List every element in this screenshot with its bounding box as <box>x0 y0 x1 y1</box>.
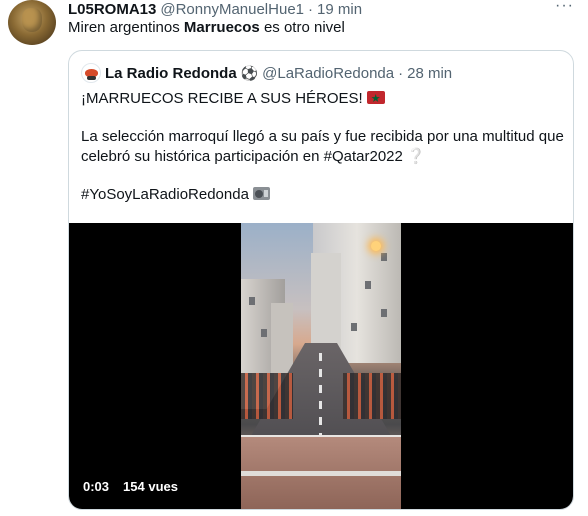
author-handle[interactable]: @RonnyManuelHue1 <box>160 1 304 18</box>
quoted-description: La selección marroquí llegó a su país y … <box>81 128 564 165</box>
radio-icon <box>252 187 270 200</box>
question-mark-icon: ❔ <box>406 148 426 165</box>
tweet-text: Miren argentinos Marruecos es otro nivel <box>68 19 345 37</box>
video-views: 154 vues <box>123 479 178 494</box>
author-name[interactable]: L05ROMA13 <box>68 1 156 18</box>
quoted-headline: ¡MARRUECOS RECIBE A SUS HÉROES! <box>81 90 363 107</box>
video-stats-badge: 0:03 154 vues <box>77 476 184 497</box>
tweet-text-bold: Marruecos <box>183 19 260 36</box>
separator-dot: · <box>308 0 314 18</box>
tweet-text-part: es otro nivel <box>259 19 345 36</box>
more-horizontal-icon[interactable]: ··· <box>555 0 574 14</box>
tweet-header: L05ROMA13 @RonnyManuelHue1 · 19 min <box>68 0 548 18</box>
tweet-time[interactable]: 19 min <box>317 1 362 18</box>
tweet-text-part: Miren argentinos <box>68 19 184 36</box>
soccer-ball-icon: ⚽ <box>240 64 259 81</box>
window <box>381 309 387 317</box>
video-frame[interactable] <box>241 223 401 509</box>
crowd-right <box>343 373 401 419</box>
hashtag-link[interactable]: #YoSoyLaRadioRedonda <box>81 186 249 203</box>
separator-dot: · <box>398 64 404 82</box>
quoted-header: La Radio Redonda ⚽ @LaRadioRedonda · 28 … <box>81 63 452 83</box>
quoted-author-name: La Radio Redonda <box>105 64 237 82</box>
road-stripe <box>241 471 401 476</box>
window <box>365 281 371 289</box>
crowd-left <box>241 373 293 419</box>
street-lamp <box>371 241 381 251</box>
video-elapsed-time: 0:03 <box>83 479 110 494</box>
window <box>261 329 267 337</box>
quoted-line-2: La selección marroquí llegó a su país y … <box>81 127 567 167</box>
window <box>249 297 255 305</box>
quoted-time: 28 min <box>407 64 453 82</box>
morocco-flag-icon <box>366 89 385 109</box>
window <box>351 323 357 331</box>
video-player[interactable]: 0:03 154 vues <box>69 223 573 509</box>
quoted-line-3: #YoSoyLaRadioRedonda <box>81 185 270 205</box>
quoted-author-handle: @LaRadioRedonda <box>262 64 395 82</box>
quoted-tweet[interactable]: La Radio Redonda ⚽ @LaRadioRedonda · 28 … <box>68 50 574 510</box>
quoted-line-1: ¡MARRUECOS RECIBE A SUS HÉROES! <box>81 89 385 109</box>
quoted-avatar <box>81 63 101 83</box>
author-avatar[interactable] <box>8 0 56 45</box>
lane-marking <box>319 353 322 443</box>
window <box>381 253 387 261</box>
